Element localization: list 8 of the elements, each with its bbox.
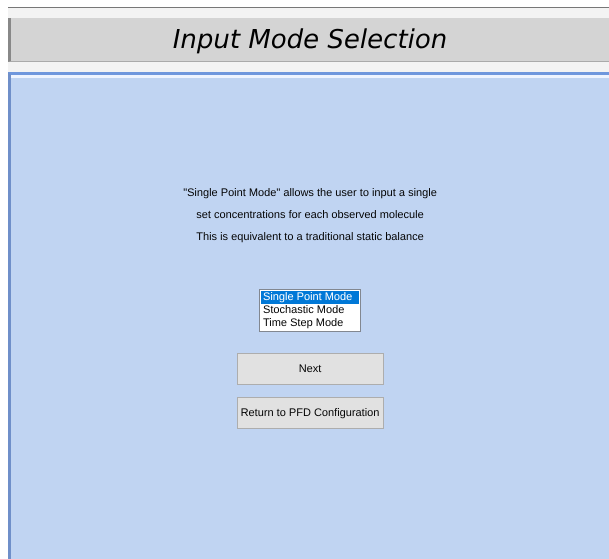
mode-listbox[interactable]: Single Point Mode Stochastic Mode Time Step Mode (259, 289, 361, 332)
description-text: "Single Point Mode" allows the user to input a single (183, 187, 437, 200)
description-text: This is equivalent to a traditional static balance (196, 231, 424, 244)
mode-option[interactable]: Single Point Mode (261, 291, 359, 304)
description-text: set concentrations for each observed molecule (196, 209, 424, 222)
page-title: Input Mode Selection (172, 24, 448, 54)
return-button[interactable]: Return to PFD Configuration (236, 397, 384, 429)
next-button[interactable]: Next (236, 353, 384, 385)
